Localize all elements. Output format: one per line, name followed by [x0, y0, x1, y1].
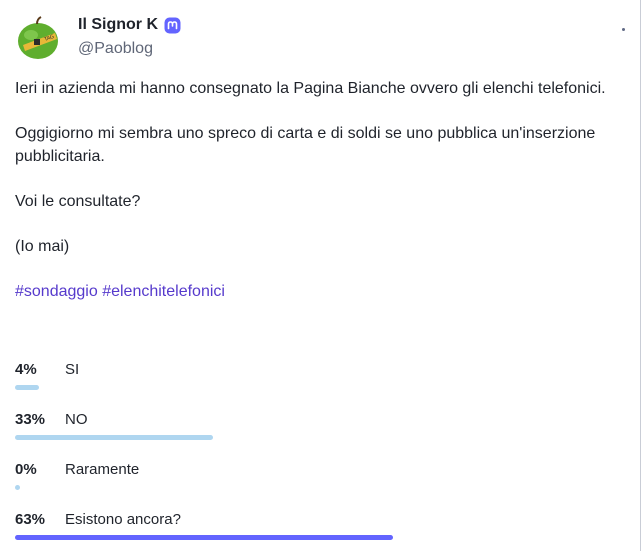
poll-option: 0% Raramente — [15, 460, 615, 510]
poll-option-bar — [15, 385, 39, 390]
hashtags: #sondaggio #elenchitelefonici — [15, 280, 615, 303]
poll-option-bar — [15, 535, 393, 540]
poll-option-percent: 63% — [15, 511, 46, 528]
poll-option-percent: 4% — [15, 361, 37, 378]
poll-option: 33% NO — [15, 410, 615, 460]
account-handle[interactable]: @Paoblog — [78, 40, 153, 58]
poll-option-bar — [15, 485, 20, 490]
poll-option-bar — [15, 435, 213, 440]
post-paragraph: Voi le consultate? — [15, 193, 141, 210]
post-paragraph: (Io mai) — [15, 238, 70, 255]
more-dot-icon[interactable] — [622, 28, 625, 31]
poll-option-percent: 33% — [15, 411, 46, 428]
avatar[interactable]: TAG — [15, 15, 61, 61]
green-apple-avatar: TAG — [15, 15, 61, 61]
poll-option-label: Raramente — [65, 461, 140, 478]
poll-option: 4% SI — [15, 360, 615, 410]
poll-option-label: Esistono ancora? — [65, 511, 181, 528]
post-paragraph: Ieri in azienda mi hanno consegnato la P… — [15, 80, 606, 97]
poll-option-label: NO — [65, 411, 88, 428]
hashtag-link[interactable]: #sondaggio — [15, 283, 98, 300]
status-content: Ieri in azienda mi hanno consegnato la P… — [15, 77, 615, 325]
status-card: TAG Il Signor K @Paoblog Ieri in azienda… — [0, 0, 641, 551]
hashtag-link[interactable]: #elenchitelefonici — [102, 283, 225, 300]
status-header: TAG Il Signor K @Paoblog — [15, 12, 625, 62]
poll-option: 63% Esistono ancora? — [15, 510, 615, 551]
post-paragraph: Oggigiorno mi sembra uno spreco di carta… — [15, 125, 596, 165]
mastodon-icon — [164, 17, 181, 34]
poll-option-label: SI — [65, 361, 80, 378]
display-name-text: Il Signor K — [78, 16, 158, 33]
poll: 4% SI 33% NO 0% Raramente 63% Esistono a… — [15, 360, 615, 551]
display-name[interactable]: Il Signor K — [78, 16, 181, 34]
poll-option-percent: 0% — [15, 461, 37, 478]
